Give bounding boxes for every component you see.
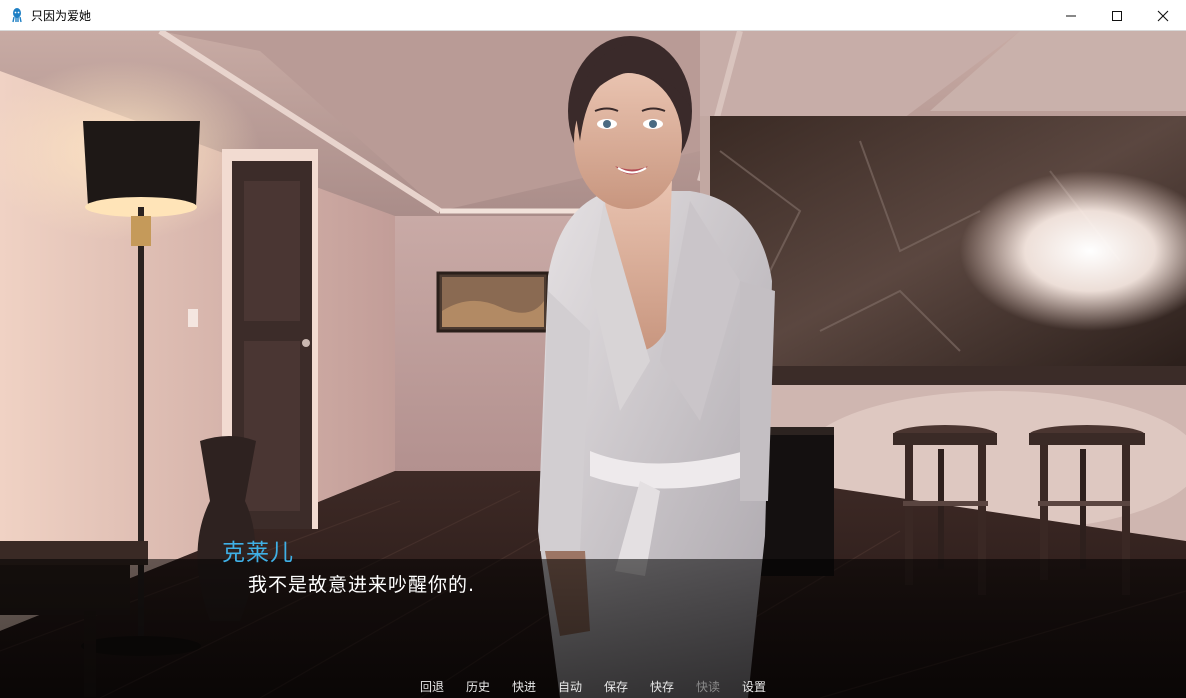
maximize-button[interactable]: [1094, 0, 1140, 31]
game-scene[interactable]: [0, 31, 1186, 698]
quick-menu-preferences[interactable]: 设置: [742, 678, 788, 698]
close-button[interactable]: [1140, 0, 1186, 31]
quick-menu-auto[interactable]: 自动: [558, 678, 604, 698]
speaker-name: 克莱儿: [222, 540, 294, 566]
quick-menu-quick-load[interactable]: 快读: [696, 678, 742, 698]
quick-menu-rollback[interactable]: 回退: [420, 678, 466, 698]
quick-menu-quick-save[interactable]: 快存: [650, 678, 696, 698]
window-controls: [1048, 0, 1186, 31]
minimize-button[interactable]: [1048, 0, 1094, 31]
quick-menu-save[interactable]: 保存: [604, 678, 650, 698]
title-bar: 只因为爱她: [0, 0, 1186, 31]
game-window: 只因为爱她 克莱儿 我不是故意进来吵醒你的. 回退 历史 快进 自动 保存 快存…: [0, 0, 1186, 698]
dialogue-text: 我不是故意进来吵醒你的.: [248, 574, 476, 596]
quick-menu-skip[interactable]: 快进: [512, 678, 558, 698]
minimize-icon: [1066, 15, 1076, 16]
close-icon: [1157, 10, 1169, 21]
window-title: 只因为爱她: [31, 8, 92, 23]
maximize-icon: [1112, 10, 1122, 21]
quick-menu: 回退 历史 快进 自动 保存 快存 快读 设置: [420, 678, 788, 698]
quick-menu-history[interactable]: 历史: [466, 678, 512, 698]
squid-app-icon: [12, 8, 22, 23]
